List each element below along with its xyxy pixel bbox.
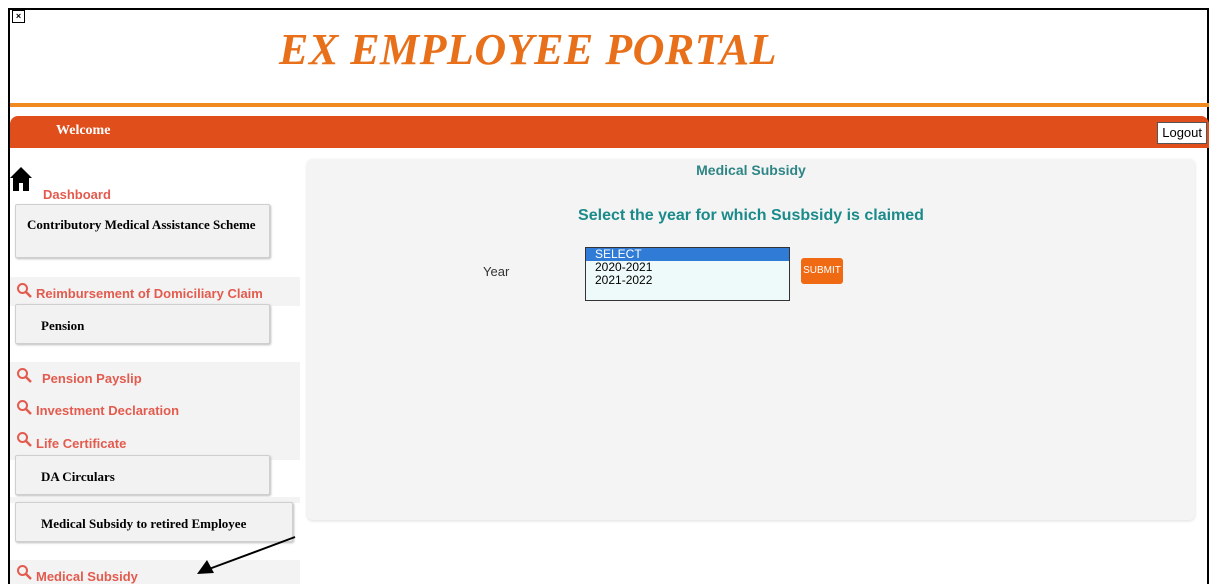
pension-section[interactable]: Pension	[15, 304, 270, 344]
close-icon[interactable]: ×	[12, 10, 25, 23]
welcome-bar: Welcome Logout	[10, 116, 1209, 148]
year-option[interactable]: 2021-2022	[586, 274, 789, 287]
pension-payslip-link[interactable]: Pension Payslip	[42, 371, 142, 386]
investment-declaration-link[interactable]: Investment Declaration	[36, 403, 179, 418]
life-certificate-link[interactable]: Life Certificate	[36, 436, 126, 451]
pension-label: Pension	[41, 318, 85, 333]
cmas-section[interactable]: Contributory Medical Assistance Scheme	[15, 204, 270, 258]
annotation-arrow-icon	[197, 536, 296, 574]
logout-button[interactable]: Logout	[1157, 122, 1207, 144]
da-circulars-section[interactable]: DA Circulars	[15, 455, 270, 495]
cmas-label: Contributory Medical Assistance Scheme	[27, 217, 256, 232]
dashboard-link[interactable]: Dashboard	[43, 187, 111, 202]
header-divider	[10, 103, 1209, 107]
submit-button[interactable]: SUBMIT	[801, 258, 843, 284]
year-label: Year	[483, 264, 510, 279]
search-icon	[17, 283, 32, 298]
da-circulars-label: DA Circulars	[41, 469, 115, 484]
search-icon	[17, 400, 32, 415]
medical-subsidy-link[interactable]: Medical Subsidy	[36, 569, 138, 584]
panel-title: Medical Subsidy	[696, 162, 806, 178]
year-select[interactable]: SELECT 2020-2021 2021-2022	[585, 247, 790, 301]
panel-heading: Select the year for which Susbsidy is cl…	[578, 207, 924, 224]
search-icon	[17, 368, 32, 383]
reimbursement-link[interactable]: Reimbursement of Domiciliary Claim	[36, 286, 263, 301]
content-panel: Medical Subsidy Select the year for whic…	[307, 159, 1195, 520]
medical-retired-label: Medical Subsidy to retired Employee	[41, 516, 247, 531]
search-icon	[17, 565, 32, 580]
welcome-text: Welcome	[56, 123, 111, 138]
search-icon	[17, 432, 32, 447]
home-icon[interactable]	[9, 166, 33, 192]
page-title: EX EMPLOYEE PORTAL	[279, 25, 777, 74]
